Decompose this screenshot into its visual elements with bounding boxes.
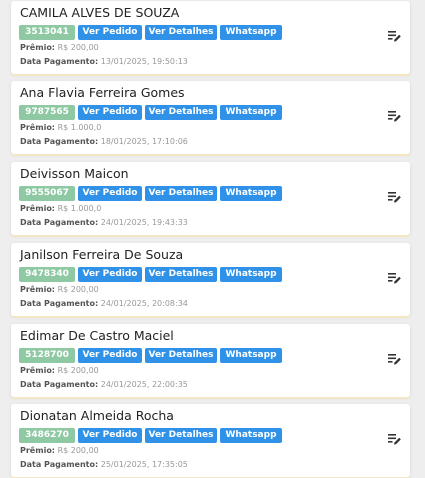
premio-line: Prêmio: R$ 200,00 — [20, 43, 99, 52]
payment-date-label: Data Pagamento: — [20, 380, 99, 389]
payment-date-label: Data Pagamento: — [20, 137, 99, 146]
action-row: 9555067 Ver Pedido Ver Detalhes Whatsapp — [19, 186, 282, 201]
action-row: 3513041 Ver Pedido Ver Detalhes Whatsapp — [19, 25, 282, 40]
payment-date-line: Data Pagamento: 25/01/2025, 17:35:05 — [20, 460, 188, 469]
list-item: Ana Flavia Ferreira Gomes 9787565 Ver Pe… — [11, 81, 410, 154]
payment-date-value: 24/01/2025, 22:00:35 — [100, 380, 188, 389]
payment-date-line: Data Pagamento: 13/01/2025, 19:50:13 — [20, 57, 188, 66]
ticket-id-badge: 5128700 — [19, 348, 75, 363]
premio-value: R$ 200,00 — [57, 446, 99, 455]
edit-list-icon[interactable] — [388, 30, 401, 42]
action-row: 9478340 Ver Pedido Ver Detalhes Whatsapp — [19, 267, 282, 282]
edit-list-icon[interactable] — [388, 353, 401, 365]
winner-name: Janilson Ferreira De Souza — [20, 247, 184, 262]
payment-date-line: Data Pagamento: 24/01/2025, 19:43:33 — [20, 218, 188, 227]
payment-date-line: Data Pagamento: 24/01/2025, 22:00:35 — [20, 380, 188, 389]
payment-date-value: 13/01/2025, 19:50:13 — [100, 57, 188, 66]
winner-name: Deivisson Maicon — [20, 166, 129, 181]
premio-label: Prêmio: — [20, 204, 56, 213]
ticket-id-badge: 9478340 — [19, 267, 75, 282]
premio-line: Prêmio: R$ 1.000,0 — [20, 204, 101, 213]
whatsapp-button[interactable]: Whatsapp — [220, 428, 282, 443]
payment-date-value: 18/01/2025, 17:10:06 — [100, 137, 188, 146]
whatsapp-button[interactable]: Whatsapp — [220, 267, 282, 282]
premio-label: Prêmio: — [20, 366, 56, 375]
premio-line: Prêmio: R$ 1.000,0 — [20, 123, 101, 132]
premio-value: R$ 1.000,0 — [57, 123, 102, 132]
ticket-id-badge: 3486270 — [19, 428, 75, 443]
winner-name: CAMILA ALVES DE SOUZA — [20, 5, 180, 20]
edit-list-icon[interactable] — [388, 191, 401, 203]
ticket-id-badge: 9555067 — [19, 186, 75, 201]
winner-name: Dionatan Almeida Rocha — [20, 408, 174, 423]
ver-detalhes-button[interactable]: Ver Detalhes — [145, 186, 217, 201]
premio-label: Prêmio: — [20, 446, 56, 455]
ver-detalhes-button[interactable]: Ver Detalhes — [145, 428, 217, 443]
payment-date-value: 24/01/2025, 20:08:34 — [100, 299, 188, 308]
ticket-id-badge: 3513041 — [19, 25, 75, 40]
whatsapp-button[interactable]: Whatsapp — [220, 348, 282, 363]
winner-name: Ana Flavia Ferreira Gomes — [20, 85, 185, 100]
list-item: Deivisson Maicon 9555067 Ver Pedido Ver … — [11, 162, 410, 235]
whatsapp-button[interactable]: Whatsapp — [220, 25, 282, 40]
premio-value: R$ 200,00 — [57, 43, 99, 52]
payment-date-value: 24/01/2025, 19:43:33 — [100, 218, 188, 227]
premio-label: Prêmio: — [20, 285, 56, 294]
ver-detalhes-button[interactable]: Ver Detalhes — [145, 267, 217, 282]
ver-pedido-button[interactable]: Ver Pedido — [78, 25, 142, 40]
ver-detalhes-button[interactable]: Ver Detalhes — [145, 25, 217, 40]
ver-pedido-button[interactable]: Ver Pedido — [78, 105, 142, 120]
list-item: Janilson Ferreira De Souza 9478340 Ver P… — [11, 243, 410, 316]
premio-label: Prêmio: — [20, 123, 56, 132]
ver-pedido-button[interactable]: Ver Pedido — [78, 428, 142, 443]
payment-date-label: Data Pagamento: — [20, 218, 99, 227]
whatsapp-button[interactable]: Whatsapp — [220, 105, 282, 120]
ver-pedido-button[interactable]: Ver Pedido — [78, 267, 142, 282]
action-row: 5128700 Ver Pedido Ver Detalhes Whatsapp — [19, 348, 282, 363]
action-row: 9787565 Ver Pedido Ver Detalhes Whatsapp — [19, 105, 282, 120]
edit-list-icon[interactable] — [388, 272, 401, 284]
premio-line: Prêmio: R$ 200,00 — [20, 285, 99, 294]
list-item: Dionatan Almeida Rocha 3486270 Ver Pedid… — [11, 404, 410, 477]
ver-detalhes-button[interactable]: Ver Detalhes — [145, 348, 217, 363]
edit-list-icon[interactable] — [388, 433, 401, 445]
ticket-id-badge: 9787565 — [19, 105, 75, 120]
payment-date-label: Data Pagamento: — [20, 460, 99, 469]
payment-date-label: Data Pagamento: — [20, 299, 99, 308]
list-item: CAMILA ALVES DE SOUZA 3513041 Ver Pedido… — [11, 1, 410, 74]
payment-date-line: Data Pagamento: 24/01/2025, 20:08:34 — [20, 299, 188, 308]
payment-date-value: 25/01/2025, 17:35:05 — [100, 460, 188, 469]
action-row: 3486270 Ver Pedido Ver Detalhes Whatsapp — [19, 428, 282, 443]
ver-pedido-button[interactable]: Ver Pedido — [78, 348, 142, 363]
payment-date-line: Data Pagamento: 18/01/2025, 17:10:06 — [20, 137, 188, 146]
ver-pedido-button[interactable]: Ver Pedido — [78, 186, 142, 201]
premio-value: R$ 200,00 — [57, 366, 99, 375]
ver-detalhes-button[interactable]: Ver Detalhes — [145, 105, 217, 120]
premio-line: Prêmio: R$ 200,00 — [20, 446, 99, 455]
payment-date-label: Data Pagamento: — [20, 57, 99, 66]
whatsapp-button[interactable]: Whatsapp — [220, 186, 282, 201]
premio-value: R$ 1.000,0 — [57, 204, 102, 213]
premio-value: R$ 200,00 — [57, 285, 99, 294]
premio-label: Prêmio: — [20, 43, 56, 52]
premio-line: Prêmio: R$ 200,00 — [20, 366, 99, 375]
winner-name: Edimar De Castro Maciel — [20, 328, 174, 343]
winners-list: CAMILA ALVES DE SOUZA 3513041 Ver Pedido… — [0, 0, 425, 478]
list-item: Edimar De Castro Maciel 5128700 Ver Pedi… — [11, 324, 410, 397]
edit-list-icon[interactable] — [388, 110, 401, 122]
